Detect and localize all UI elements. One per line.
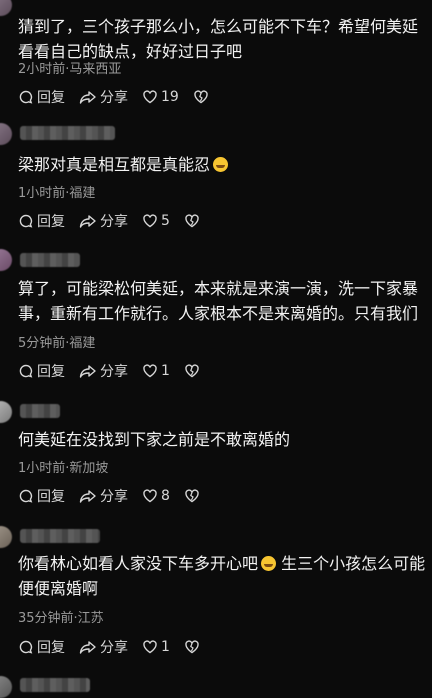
reply-button[interactable]: 回复 xyxy=(18,87,65,107)
reply-label: 回复 xyxy=(37,489,65,505)
share-label: 分享 xyxy=(100,640,128,656)
comment-bubble-icon xyxy=(19,90,33,104)
dislike-button[interactable] xyxy=(184,639,203,655)
avatar[interactable] xyxy=(0,0,12,16)
broken-heart-icon xyxy=(185,214,199,228)
reply-label: 回复 xyxy=(37,640,65,656)
dislike-button[interactable] xyxy=(193,89,212,105)
comment-text: 算了，可能梁松何美延，本来就是来演一演，洗一下家暴 事，重新有工作就行。人家根本… xyxy=(18,276,432,326)
avatar[interactable] xyxy=(0,401,12,423)
heart-icon xyxy=(143,214,157,228)
heart-icon xyxy=(143,364,157,378)
like-count: 19 xyxy=(161,89,179,105)
share-label: 分享 xyxy=(100,364,128,380)
comment-text: 你看林心如看人家没下车多开心吧 生三个小孩怎么可能 便便离婚啊 xyxy=(18,551,432,601)
comment-text: 何美延在没找到下家之前是不敢离婚的 xyxy=(18,427,432,452)
comment-meta: 2小时前·马来西亚 xyxy=(18,62,122,77)
heart-icon xyxy=(143,90,157,104)
like-button[interactable]: 1 xyxy=(142,363,170,379)
comment-bubble-icon xyxy=(19,640,33,654)
dislike-button[interactable] xyxy=(184,488,203,504)
comment-bubble-icon xyxy=(19,214,33,228)
username-redacted xyxy=(20,404,60,418)
reply-label: 回复 xyxy=(37,90,65,106)
comment-meta: 35分钟前·江苏 xyxy=(18,611,104,626)
dislike-button[interactable] xyxy=(184,213,203,229)
share-arrow-icon xyxy=(79,490,96,503)
comment-text: 梁那对真是相互都是真能忍 xyxy=(18,152,432,177)
avatar[interactable] xyxy=(0,249,12,271)
comment-line-text: 生三个小孩怎么可能 xyxy=(276,554,426,573)
share-arrow-icon xyxy=(79,215,96,228)
comment-line: 你看林心如看人家没下车多开心吧 生三个小孩怎么可能 xyxy=(18,551,432,576)
reply-button[interactable]: 回复 xyxy=(18,361,65,381)
comment-meta: 1小时前·新加坡 xyxy=(18,461,109,476)
comment-text: 猜到了，三个孩子那么小，怎么可能不下车？希望何美延 看看自己的缺点，好好过日子吧 xyxy=(18,14,432,64)
broken-heart-icon xyxy=(194,90,208,104)
like-count: 8 xyxy=(161,488,170,504)
comment-line: 何美延在没找到下家之前是不敢离婚的 xyxy=(18,430,291,449)
comment-meta: 1小时前·福建 xyxy=(18,186,96,201)
comment-meta: 5分钟前·福建 xyxy=(18,336,96,351)
like-count: 1 xyxy=(161,363,170,379)
like-count: 1 xyxy=(161,639,170,655)
like-button[interactable]: 8 xyxy=(142,488,170,504)
reply-label: 回复 xyxy=(37,214,65,230)
laughing-emoji-icon xyxy=(213,157,229,172)
share-arrow-icon xyxy=(79,641,96,654)
comment-actions: 回复 分享 1 xyxy=(18,637,217,657)
comment-line-text: 你看林心如看人家没下车多开心吧 xyxy=(18,554,259,573)
comment-line-text: 梁那对真是相互都是真能忍 xyxy=(18,155,211,174)
like-button[interactable]: 5 xyxy=(142,213,170,229)
comment-line: 算了，可能梁松何美延，本来就是来演一演，洗一下家暴 xyxy=(18,279,419,298)
reply-label: 回复 xyxy=(37,364,65,380)
share-label: 分享 xyxy=(100,90,128,106)
share-button[interactable]: 分享 xyxy=(79,361,128,381)
avatar[interactable] xyxy=(0,123,12,145)
share-arrow-icon xyxy=(79,365,96,378)
like-count: 5 xyxy=(161,213,170,229)
comment-line: 梁那对真是相互都是真能忍 xyxy=(18,152,432,177)
broken-heart-icon xyxy=(185,489,199,503)
username-redacted xyxy=(20,126,115,140)
share-label: 分享 xyxy=(100,214,128,230)
broken-heart-icon xyxy=(185,364,199,378)
share-button[interactable]: 分享 xyxy=(79,211,128,231)
username-redacted xyxy=(20,253,80,267)
avatar[interactable] xyxy=(0,526,12,548)
comment-bubble-icon xyxy=(19,489,33,503)
share-arrow-icon xyxy=(79,91,96,104)
comment-line: 便便离婚啊 xyxy=(18,579,99,598)
comment-actions: 回复 分享 1 xyxy=(18,361,217,381)
comment-bubble-icon xyxy=(19,364,33,378)
broken-heart-icon xyxy=(185,640,199,654)
comment-actions: 回复 分享 5 xyxy=(18,211,217,231)
heart-icon xyxy=(143,640,157,654)
username-redacted xyxy=(20,529,100,543)
username-redacted xyxy=(20,678,90,692)
like-button[interactable]: 19 xyxy=(142,89,179,105)
dislike-button[interactable] xyxy=(184,363,203,379)
reply-button[interactable]: 回复 xyxy=(18,486,65,506)
share-label: 分享 xyxy=(100,489,128,505)
share-button[interactable]: 分享 xyxy=(79,637,128,657)
comment-actions: 回复 分享 19 xyxy=(18,87,226,107)
heart-icon xyxy=(143,489,157,503)
like-button[interactable]: 1 xyxy=(142,639,170,655)
reply-button[interactable]: 回复 xyxy=(18,211,65,231)
share-button[interactable]: 分享 xyxy=(79,486,128,506)
avatar[interactable] xyxy=(0,676,12,698)
reply-button[interactable]: 回复 xyxy=(18,637,65,657)
laughing-emoji-icon xyxy=(261,556,277,571)
comment-line: 猜到了，三个孩子那么小，怎么可能不下车？希望何美延 xyxy=(18,17,419,36)
share-button[interactable]: 分享 xyxy=(79,87,128,107)
comment-line: 事，重新有工作就行。人家根本不是来离婚的。只有我们 xyxy=(18,304,419,323)
comment-actions: 回复 分享 8 xyxy=(18,486,217,506)
